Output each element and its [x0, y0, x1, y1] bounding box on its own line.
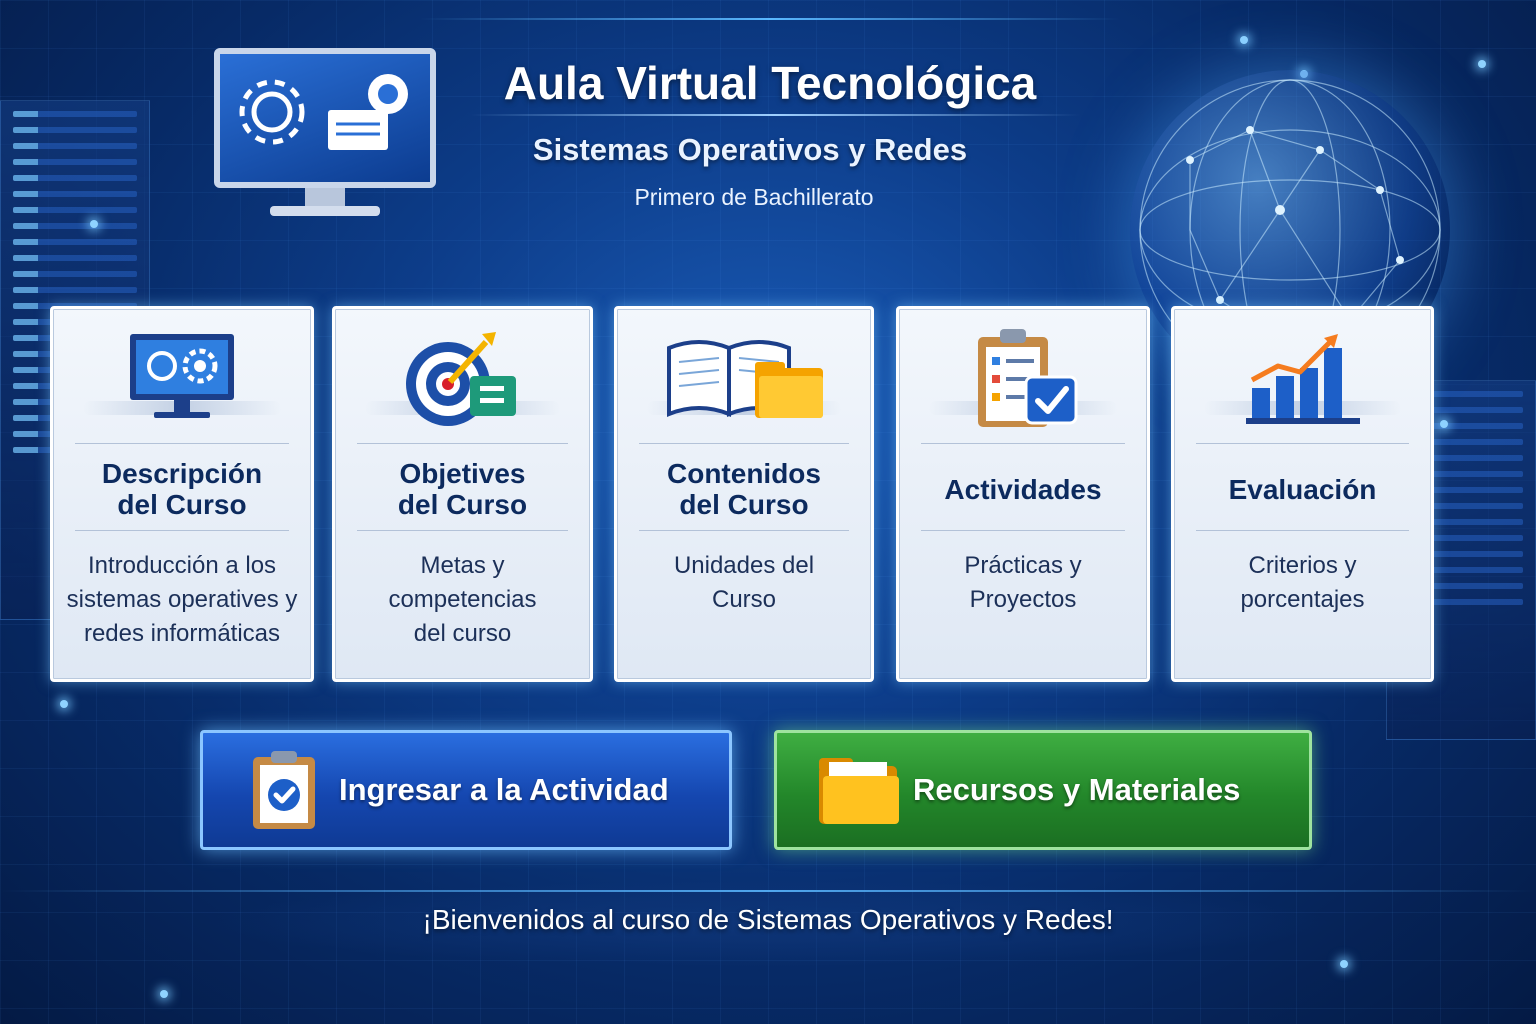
folder-icon — [813, 745, 903, 835]
monitor-logo-icon — [214, 48, 436, 220]
target-icon — [335, 323, 590, 433]
card-title: Evaluación — [1228, 473, 1377, 505]
card-title: Objetives del Curso — [397, 458, 528, 520]
card-description: Introducción a los sistemas operatives y… — [66, 552, 298, 647]
card-actividades[interactable]: Actividades Prácticas y Proyectos — [896, 306, 1150, 682]
card-description: Prácticas y Proyectos — [964, 552, 1082, 613]
clipboard-check-icon — [899, 323, 1147, 433]
page-title: Aula Virtual Tecnológica — [503, 57, 1037, 109]
card-title: Descripción del Curso — [101, 458, 263, 520]
card-description: Unidades del Curso — [673, 552, 815, 613]
card-objetivos[interactable]: Objetives del Curso Metas y competencias… — [332, 306, 593, 682]
course-level: Primero de Bachillerato — [634, 184, 874, 210]
card-evaluacion[interactable]: Evaluación Criterios y porcentajes — [1171, 306, 1434, 682]
card-description: Metas y competencias del curso — [388, 552, 537, 647]
book-folder-icon — [617, 323, 871, 433]
card-descripcion[interactable]: Descripción del Curso Introducción a los… — [50, 306, 314, 682]
title-divider — [470, 114, 1080, 116]
card-contenidos[interactable]: Contenidos del Curso Unidades del Curso — [614, 306, 874, 682]
recursos-materiales-button[interactable]: Recursos y Materiales — [774, 730, 1312, 850]
page-subtitle: Sistemas Operativos y Redes — [532, 132, 968, 167]
button-label: Ingresar a la Actividad — [339, 772, 669, 807]
clipboard-check-icon — [239, 745, 329, 835]
bar-chart-icon — [1174, 323, 1431, 433]
card-description: Criterios y porcentajes — [1240, 552, 1365, 613]
card-title: Contenidos del Curso — [667, 458, 821, 520]
card-title: Actividades — [944, 473, 1102, 505]
ingresar-actividad-button[interactable]: Ingresar a la Actividad — [200, 730, 732, 850]
computer-settings-icon — [53, 323, 311, 433]
welcome-message: ¡Bienvenidos al curso de Sistemas Operat… — [422, 904, 1114, 935]
button-label: Recursos y Materiales — [913, 772, 1241, 807]
